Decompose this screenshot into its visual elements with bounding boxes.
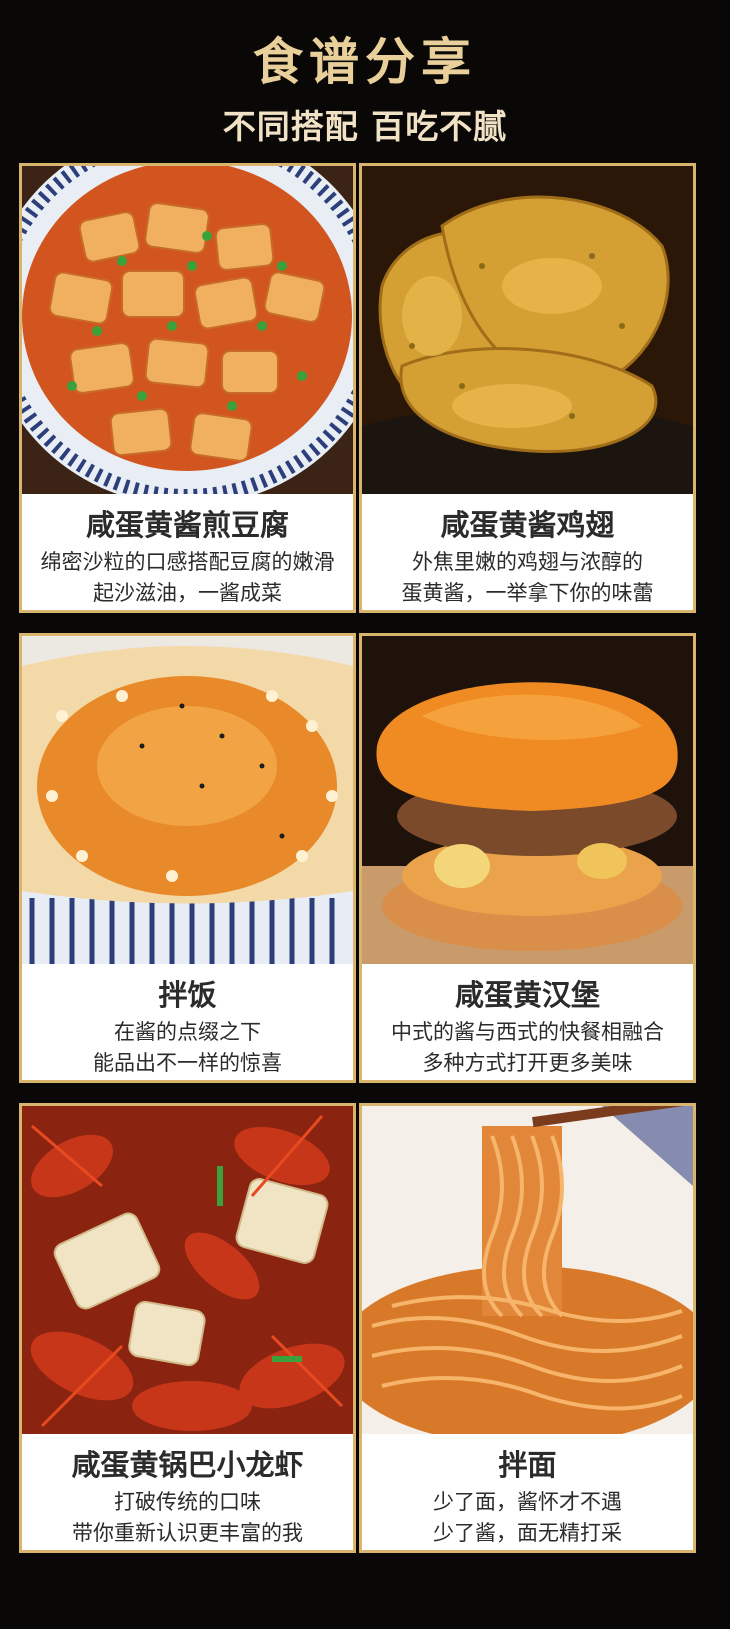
recipe-card-tofu: 咸蛋黄酱煎豆腐 绵密沙粒的口感搭配豆腐的嫩滑 起沙滋油，一酱成菜 <box>19 163 356 613</box>
recipe-card-noodles: 拌面 少了面，酱怀才不遇 少了酱，面无精打采 <box>359 1103 696 1553</box>
recipe-desc-line1: 外焦里嫩的鸡翅与浓醇的 <box>412 550 643 574</box>
tofu-dish-photo <box>22 166 353 494</box>
recipe-desc-line2: 蛋黄酱，一举拿下你的味蕾 <box>401 581 654 605</box>
recipe-desc-line2: 能品出不一样的惊喜 <box>93 1051 282 1075</box>
recipe-name: 拌面 <box>498 1448 557 1482</box>
recipe-desc-line1: 少了面，酱怀才不遇 <box>433 1490 622 1514</box>
recipe-card-crayfish: 咸蛋黄锅巴小龙虾 打破传统的口味 带你重新认识更丰富的我 <box>19 1103 356 1553</box>
page-title: 食谱分享 <box>253 32 477 91</box>
recipe-name: 咸蛋黄酱煎豆腐 <box>85 508 289 542</box>
recipe-desc-line2: 带你重新认识更丰富的我 <box>72 1521 303 1545</box>
recipe-card-chicken-wings: 咸蛋黄酱鸡翅 外焦里嫩的鸡翅与浓醇的 蛋黄酱，一举拿下你的味蕾 <box>359 163 696 613</box>
recipe-desc-line1: 在酱的点缀之下 <box>114 1020 261 1044</box>
recipe-name: 咸蛋黄锅巴小龙虾 <box>71 1448 304 1482</box>
page-header: 食谱分享 不同搭配 百吃不腻 <box>0 0 730 160</box>
recipe-desc-line1: 绵密沙粒的口感搭配豆腐的嫩滑 <box>40 550 335 574</box>
recipe-desc-line1: 打破传统的口味 <box>114 1490 261 1514</box>
recipe-name: 拌饭 <box>158 978 217 1012</box>
recipe-desc-line2: 多种方式打开更多美味 <box>422 1051 633 1075</box>
recipe-desc-line2: 少了酱，面无精打采 <box>433 1521 622 1545</box>
recipe-card-burger: 咸蛋黄汉堡 中式的酱与西式的快餐相融合 多种方式打开更多美味 <box>359 633 696 1083</box>
recipe-card-rice: 拌饭 在酱的点缀之下 能品出不一样的惊喜 <box>19 633 356 1083</box>
recipe-desc-line2: 起沙滋油，一酱成菜 <box>93 581 282 605</box>
recipe-desc-line1: 中式的酱与西式的快餐相融合 <box>391 1020 664 1044</box>
crayfish-photo <box>22 1106 353 1434</box>
page-subtitle: 不同搭配 百吃不腻 <box>222 107 508 146</box>
recipe-name: 咸蛋黄汉堡 <box>454 978 600 1012</box>
recipe-name: 咸蛋黄酱鸡翅 <box>440 508 615 542</box>
noodles-photo <box>362 1106 693 1434</box>
rice-bowl-photo <box>22 636 353 964</box>
chicken-wings-photo <box>362 166 693 494</box>
burger-photo <box>362 636 693 964</box>
